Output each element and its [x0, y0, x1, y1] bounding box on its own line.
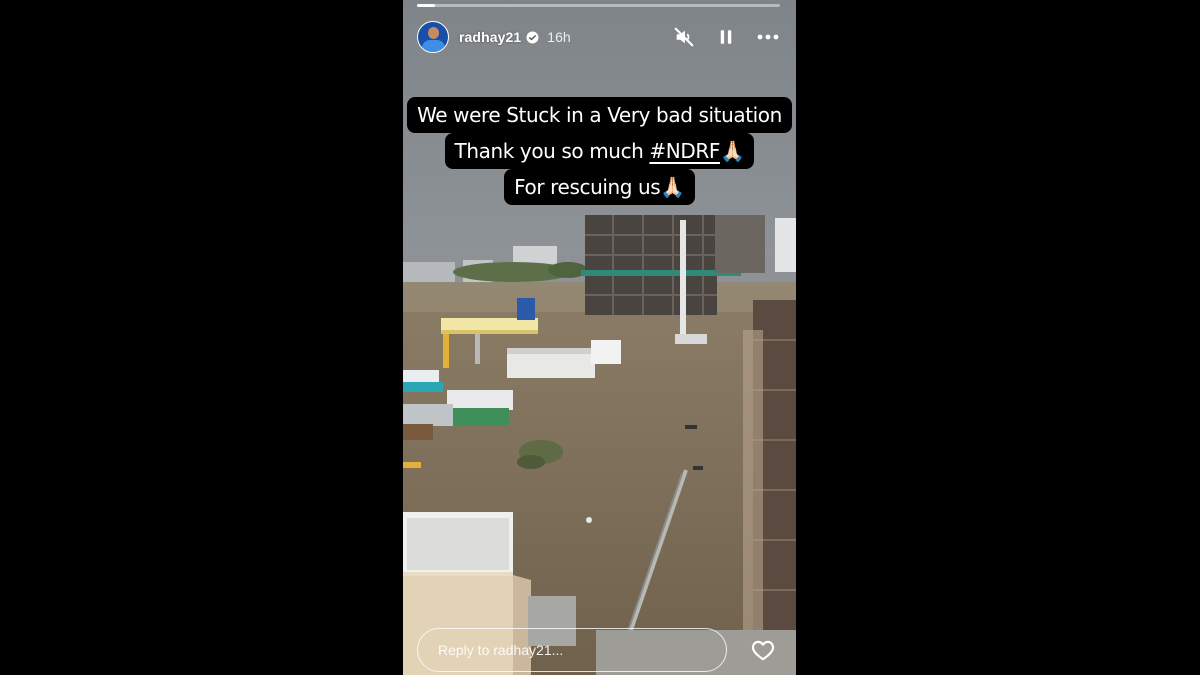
pause-button[interactable]: [712, 23, 740, 51]
story-header-actions: [670, 23, 782, 51]
story-progress-fill: [417, 4, 436, 7]
story-header: radhay21 16h: [417, 18, 782, 56]
avatar-shirt: [422, 40, 445, 52]
like-button[interactable]: [746, 633, 780, 667]
more-options-button[interactable]: [754, 23, 782, 51]
heart-outline-icon: [751, 640, 775, 661]
caption-line-3: For rescuing us🙏🏻: [504, 169, 695, 205]
hashtag-ndrf[interactable]: #NDRF: [649, 139, 720, 163]
more-horizontal-icon: [757, 34, 779, 40]
praying-hands-emoji: 🙏🏻: [660, 175, 685, 199]
story-footer: [417, 627, 780, 673]
caption-line-2-text: Thank you so much: [454, 139, 650, 163]
muted-speaker-icon: [674, 27, 694, 47]
reply-input[interactable]: [417, 628, 727, 672]
praying-hands-emoji: 🙏🏻: [719, 139, 745, 163]
avatar-face: [428, 27, 439, 39]
pause-icon: [720, 30, 732, 44]
avatar[interactable]: [417, 21, 449, 53]
post-time: 16h: [547, 29, 571, 45]
story-viewer: radhay21 16h We were Stuck in a Very bad…: [403, 0, 796, 675]
caption-line-3-text: For rescuing us: [514, 175, 661, 199]
caption-line-1: We were Stuck in a Very bad situation: [407, 97, 792, 133]
story-caption: We were Stuck in a Very bad situation Th…: [403, 97, 796, 205]
username[interactable]: radhay21: [459, 29, 521, 45]
caption-line-2: Thank you so much #NDRF🙏🏻: [444, 133, 755, 169]
mute-button[interactable]: [670, 23, 698, 51]
caption-line-1-text: We were Stuck in a Very bad situation: [417, 103, 782, 127]
story-progress-bar: [417, 4, 780, 7]
verified-badge-icon: [526, 31, 539, 43]
